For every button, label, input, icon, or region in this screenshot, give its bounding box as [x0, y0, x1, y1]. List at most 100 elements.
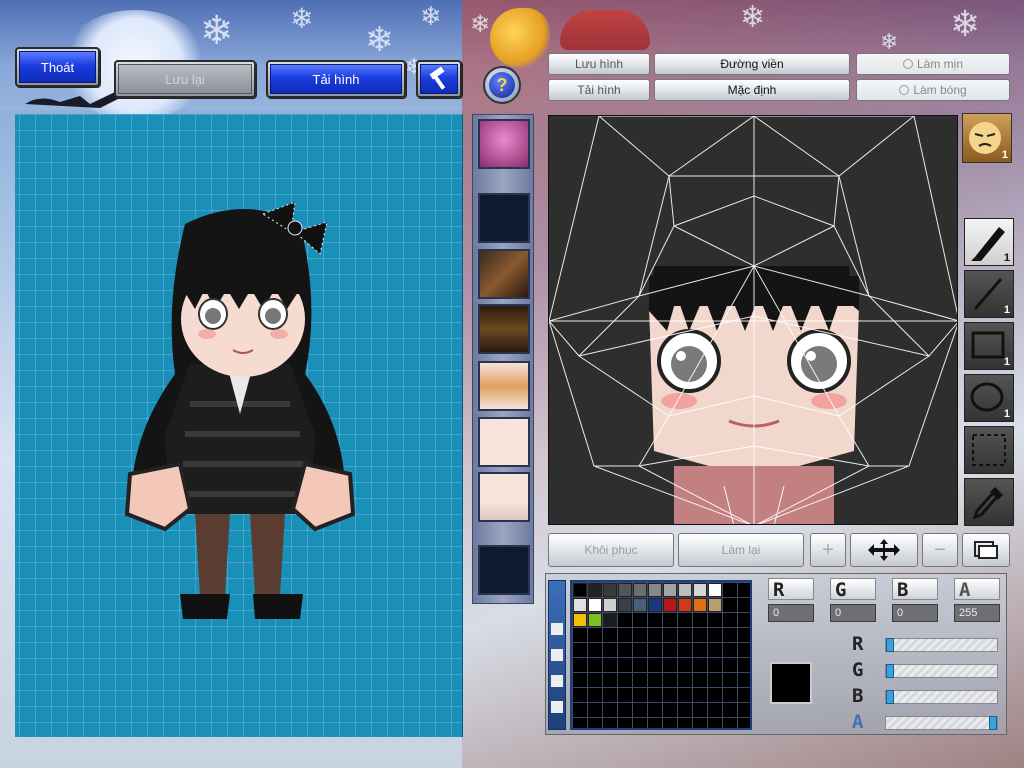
smooth-toggle[interactable]: Làm mịn — [856, 53, 1010, 75]
palette-tab-1[interactable] — [551, 623, 563, 635]
palette-swatch[interactable] — [618, 583, 632, 597]
palette-swatch[interactable] — [588, 598, 602, 612]
palette-swatch[interactable] — [603, 583, 617, 597]
load-image-button[interactable]: Tải hình — [548, 79, 650, 101]
thumbnail-head[interactable] — [478, 119, 530, 169]
move-button[interactable] — [850, 533, 918, 567]
shiny-toggle[interactable]: Làm bóng — [856, 79, 1010, 101]
a-slider-knob[interactable] — [989, 716, 997, 730]
g-value-field[interactable]: 0 — [830, 604, 876, 622]
character-preview-panel[interactable] — [15, 114, 463, 737]
thumbnail-eyes[interactable] — [478, 361, 530, 411]
character-model — [124, 201, 356, 619]
hammer-icon — [429, 67, 446, 90]
b-slider-knob[interactable] — [886, 690, 894, 704]
palette-swatch[interactable] — [633, 598, 647, 612]
snowflake-icon: ❄ — [200, 8, 234, 54]
ellipse-tool-button[interactable]: 1 — [964, 374, 1014, 422]
palette-swatch[interactable] — [693, 583, 707, 597]
g-channel-header[interactable]: G — [830, 578, 876, 601]
a-slider[interactable] — [885, 716, 998, 730]
thumbnail-face[interactable] — [478, 417, 530, 467]
palette-swatch[interactable] — [708, 598, 722, 612]
palette-swatch[interactable] — [573, 613, 587, 627]
save-image-button[interactable]: Lưu hình — [548, 53, 650, 75]
restore-button[interactable]: Khôi phục — [548, 533, 674, 567]
palette-swatch[interactable] — [603, 598, 617, 612]
rectangle-tool-button[interactable]: 1 — [964, 322, 1014, 370]
snowflake-icon: ❄ — [880, 30, 899, 55]
b-slider-label: B — [852, 685, 864, 707]
face-texture-mesh — [549, 116, 957, 524]
palette-swatch[interactable] — [573, 598, 587, 612]
palette-swatch[interactable] — [603, 613, 617, 627]
r-value-field[interactable]: 0 — [768, 604, 814, 622]
zoom-in-button[interactable]: + — [810, 533, 846, 567]
a-label: A — [959, 579, 971, 601]
palette-grid[interactable] — [570, 580, 752, 730]
b-slider[interactable] — [885, 690, 998, 704]
palette-swatch[interactable] — [678, 598, 692, 612]
exit-button[interactable]: Thoát — [19, 51, 96, 83]
reload-button[interactable]: Tải hình — [270, 64, 402, 94]
save-button-frame: Lưu lại — [114, 60, 256, 98]
snowflake-icon: ❄ — [290, 2, 314, 35]
redo-button[interactable]: Làm lại — [678, 533, 804, 567]
palette-swatch[interactable] — [588, 583, 602, 597]
outline-button[interactable]: Đường viền — [654, 53, 850, 75]
texture-editor-canvas[interactable] — [548, 115, 958, 525]
part-thumbnail-strip — [472, 114, 534, 604]
b-value-field[interactable]: 0 — [892, 604, 938, 622]
a-value-field[interactable]: 255 — [954, 604, 1000, 622]
palette-swatch[interactable] — [663, 598, 677, 612]
snowflake-icon: ❄ — [950, 4, 981, 45]
zoom-out-button[interactable]: − — [922, 533, 958, 567]
thumbnail-hair[interactable] — [478, 249, 530, 299]
thumbnail-empty[interactable] — [478, 193, 530, 243]
radio-icon — [902, 59, 913, 69]
face-count: 1 — [1001, 149, 1008, 161]
b-channel-header[interactable]: B — [892, 578, 938, 601]
hammer-button[interactable] — [420, 64, 458, 94]
palette-page-tabs[interactable] — [548, 580, 566, 730]
b-label: B — [897, 579, 909, 601]
smooth-label: Làm mịn — [916, 57, 963, 71]
palette-swatch[interactable] — [648, 583, 662, 597]
r-slider-knob[interactable] — [886, 638, 894, 652]
thumbnail-empty[interactable] — [478, 545, 530, 595]
save-button[interactable]: Lưu lại — [118, 64, 252, 94]
palette-tab-3[interactable] — [551, 675, 563, 687]
palette-tab-2[interactable] — [551, 649, 563, 661]
default-button[interactable]: Mặc định — [654, 79, 850, 101]
select-tool-button[interactable] — [964, 426, 1014, 474]
palette-swatch[interactable] — [648, 598, 662, 612]
palette-swatch[interactable] — [678, 583, 692, 597]
snowflake-icon: ❄ — [740, 0, 766, 35]
thumbnail-face-2[interactable] — [478, 472, 530, 522]
g-slider-knob[interactable] — [886, 664, 894, 678]
palette-tab-4[interactable] — [551, 701, 563, 713]
help-button[interactable]: ? — [483, 66, 521, 104]
a-channel-header[interactable]: A — [954, 578, 1000, 601]
move-arrows-icon — [868, 539, 900, 561]
line-tool-button[interactable]: 1 — [964, 270, 1014, 318]
pen-tool-button[interactable]: 1 — [964, 218, 1014, 266]
palette-swatch[interactable] — [708, 583, 722, 597]
palette-swatch[interactable] — [693, 598, 707, 612]
thumbnail-body[interactable] — [478, 304, 530, 354]
window-button[interactable] — [962, 533, 1010, 567]
palette-swatch[interactable] — [588, 613, 602, 627]
palette-swatch[interactable] — [633, 583, 647, 597]
r-channel-header[interactable]: R — [768, 578, 814, 601]
line-count: 1 — [1003, 304, 1010, 316]
palette-swatch[interactable] — [573, 583, 587, 597]
eyedropper-tool-button[interactable] — [964, 478, 1014, 526]
snowflake-icon: ❄ — [470, 10, 491, 38]
g-slider[interactable] — [885, 664, 998, 678]
r-slider[interactable] — [885, 638, 998, 652]
face-preset-button[interactable]: 1 — [962, 113, 1012, 163]
palette-swatch[interactable] — [663, 583, 677, 597]
pen-count: 1 — [1003, 252, 1010, 264]
radio-icon — [899, 85, 910, 95]
palette-swatch[interactable] — [618, 598, 632, 612]
